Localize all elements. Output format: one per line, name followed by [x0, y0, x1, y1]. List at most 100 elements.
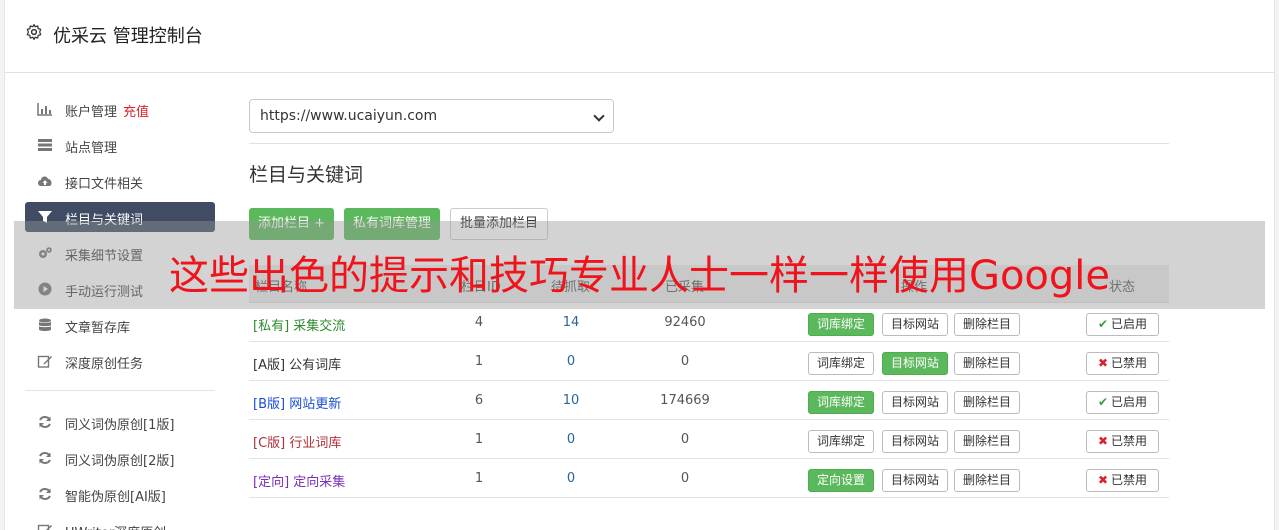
top-bar: 优采云 管理控制台: [5, 0, 1274, 73]
sidebar-item-a-6[interactable]: 文章暂存库: [25, 310, 215, 340]
target-site-button[interactable]: 目标网站: [882, 391, 949, 414]
sidebar-item-a-1[interactable]: 站点管理: [25, 130, 215, 160]
sidebar-item-label: 站点管理: [65, 137, 117, 156]
sidebar-item-label: UWriter深度原创: [65, 522, 166, 530]
sidebar-item-text: UWriter深度原创: [65, 526, 166, 530]
caption-overlay: 这些出色的提示和技巧专业人士一样一样使用Google: [14, 221, 1265, 309]
collected-count: 0: [680, 354, 690, 369]
status-toggle[interactable]: ✖ 已禁用: [1086, 352, 1159, 375]
sidebar-item-text: 同义词伪原创[2版]: [65, 454, 175, 469]
delete-column-button[interactable]: 删除栏目: [954, 313, 1021, 336]
column-name: 采集交流: [293, 319, 346, 334]
sidebar-item-text: 账户管理: [65, 105, 118, 120]
gear-icon[interactable]: [25, 23, 43, 41]
delete-column-button[interactable]: 删除栏目: [954, 391, 1021, 414]
dictionary-bind-button[interactable]: 词库绑定: [808, 430, 875, 453]
delete-column-button[interactable]: 删除栏目: [954, 352, 1021, 375]
site-select-value: https://www.ucaiyun.com: [260, 108, 438, 124]
cloud-upload-icon: [37, 174, 53, 188]
sidebar-item-b-1[interactable]: 同义词伪原创[2版]: [25, 443, 215, 473]
divider: [249, 143, 1169, 144]
edit-icon: [37, 354, 53, 368]
sidebar-item-text: 同义词伪原创[1版]: [65, 418, 175, 433]
sidebar-item-label: 账户管理 充值: [65, 101, 149, 120]
sidebar-item-text: 接口文件相关: [65, 177, 144, 192]
site-select[interactable]: https://www.ucaiyun.com: [249, 99, 614, 133]
recharge-link[interactable]: 充值: [123, 105, 149, 120]
column-name: 网站更新: [289, 397, 342, 412]
status-toggle[interactable]: ✖ 已禁用: [1086, 469, 1159, 492]
caption-text: 这些出色的提示和技巧专业人士一样一样使用Google: [168, 253, 1111, 299]
bar-chart-icon: [37, 102, 53, 116]
column-id: 6: [474, 393, 484, 408]
section-title: 栏目与关键词: [249, 164, 364, 186]
status-label: 已启用: [1111, 395, 1148, 409]
fetch-count[interactable]: 0: [531, 471, 611, 486]
server-icon: [37, 138, 53, 152]
collected-count: 0: [680, 471, 690, 486]
dictionary-bind-button[interactable]: 词库绑定: [808, 352, 875, 375]
table-row: [C版] 行业词库 1 0 0 词库绑定 目标网站 删除栏目 ✖ 已禁用: [249, 420, 1169, 459]
sidebar-item-text: 站点管理: [65, 141, 118, 156]
sidebar-item-b-3[interactable]: UWriter深度原创: [25, 515, 215, 530]
edit-icon: [37, 523, 53, 530]
status-toggle[interactable]: ✔ 已启用: [1086, 391, 1159, 414]
sidebar-item-b-0[interactable]: 同义词伪原创[1版]: [25, 407, 215, 437]
sidebar-item-a-0[interactable]: 账户管理 充值: [25, 94, 215, 124]
column-id: 1: [474, 471, 484, 486]
target-site-button[interactable]: 目标网站: [882, 469, 949, 492]
table-body: [私有] 采集交流 4 14 92460 词库绑定 目标网站 删除栏目 ✔ 已启用 [A版] 公有…: [249, 303, 1169, 498]
target-site-button[interactable]: 目标网站: [882, 313, 949, 336]
main-content: https://www.ucaiyun.com 栏目与关键词 添加栏目 + 私有词…: [249, 99, 1169, 498]
column-tag: [C版]: [253, 436, 290, 451]
column-id: 1: [474, 432, 484, 447]
status-toggle[interactable]: ✖ 已禁用: [1086, 430, 1159, 453]
status-label: 已禁用: [1111, 473, 1148, 487]
dictionary-bind-button[interactable]: 定向设置: [808, 469, 875, 492]
refresh-icon: [37, 415, 53, 429]
sidebar-item-label: 文章暂存库: [65, 317, 130, 336]
collected-count: 92460: [664, 315, 706, 330]
delete-column-button[interactable]: 删除栏目: [954, 469, 1021, 492]
column-name-link[interactable]: [B版] 网站更新: [253, 393, 341, 412]
column-name-link[interactable]: [A版] 公有词库: [253, 354, 341, 373]
target-site-button[interactable]: 目标网站: [882, 352, 949, 375]
column-name: 定向采集: [293, 475, 346, 490]
refresh-icon: [37, 487, 53, 501]
fetch-count[interactable]: 14: [531, 315, 611, 330]
dictionary-bind-button[interactable]: 词库绑定: [808, 313, 875, 336]
sidebar-item-text: 深度原创任务: [65, 357, 144, 372]
check-icon: ✔: [1097, 317, 1109, 331]
dictionary-bind-button[interactable]: 词库绑定: [808, 391, 875, 414]
chevron-down-icon: [593, 110, 605, 122]
status-label: 已禁用: [1111, 434, 1148, 448]
sidebar-item-text: 文章暂存库: [65, 321, 131, 336]
sidebar-item-a-7[interactable]: 深度原创任务: [25, 346, 215, 376]
column-name-link[interactable]: [私有] 采集交流: [253, 315, 345, 334]
target-site-button[interactable]: 目标网站: [882, 430, 949, 453]
column-tag: [A版]: [253, 358, 290, 373]
refresh-icon: [37, 451, 53, 465]
collected-count: 0: [680, 432, 690, 447]
sidebar-item-a-2[interactable]: 接口文件相关: [25, 166, 215, 196]
close-icon: ✖: [1097, 434, 1109, 448]
sidebar: 账户管理 充值 站点管理 接口文件相关 栏目与关键词 采集细节设置 手动运行测试 文章暂存库深…: [25, 94, 215, 530]
status-label: 已启用: [1111, 317, 1148, 331]
column-id: 1: [474, 354, 484, 369]
sidebar-item-label: 同义词伪原创[2版]: [65, 450, 174, 469]
table-row: [B版] 网站更新 6 10 174669 词库绑定 目标网站 删除栏目 ✔ 已启用: [249, 381, 1169, 420]
column-name: 公有词库: [289, 358, 342, 373]
sidebar-item-b-2[interactable]: 智能伪原创[AI版]: [25, 479, 215, 509]
app-title: 优采云 管理控制台: [53, 26, 203, 47]
table-row: [A版] 公有词库 1 0 0 词库绑定 目标网站 删除栏目 ✖ 已禁用: [249, 342, 1169, 381]
close-icon: ✖: [1097, 356, 1109, 370]
column-name-link[interactable]: [C版] 行业词库: [253, 432, 341, 451]
sidebar-divider: [25, 390, 215, 391]
status-toggle[interactable]: ✔ 已启用: [1086, 313, 1159, 336]
fetch-count[interactable]: 0: [531, 432, 611, 447]
fetch-count[interactable]: 10: [531, 393, 611, 408]
fetch-count[interactable]: 0: [531, 354, 611, 369]
column-name-link[interactable]: [定向] 定向采集: [253, 471, 345, 490]
sidebar-item-label: 同义词伪原创[1版]: [65, 414, 174, 433]
delete-column-button[interactable]: 删除栏目: [954, 430, 1021, 453]
